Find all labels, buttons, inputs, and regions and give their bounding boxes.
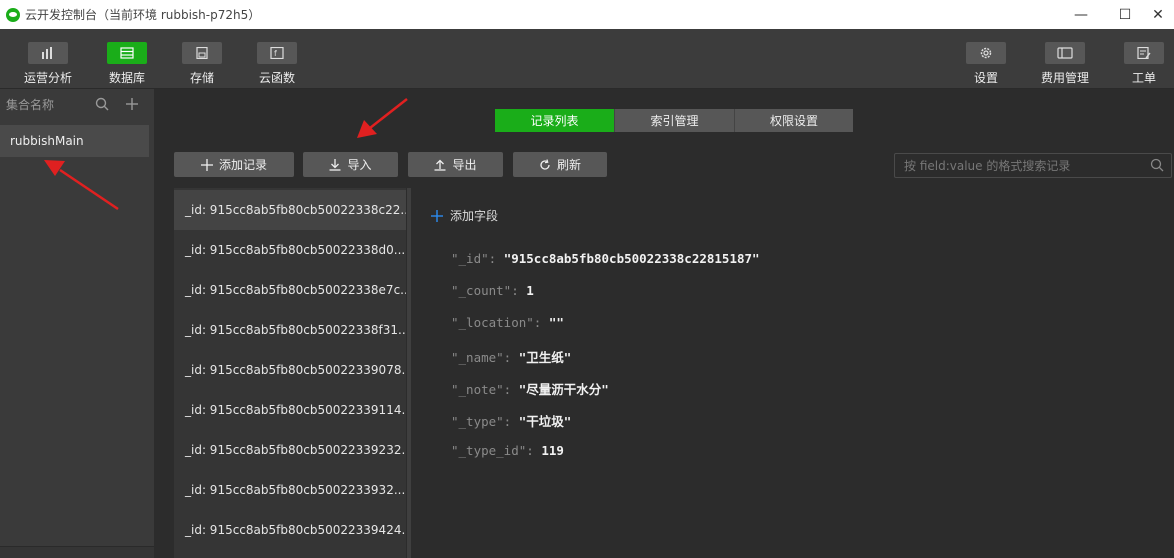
add-record-label: 添加记录 [218, 158, 267, 172]
toolbar-database-label: 数据库 [108, 71, 145, 85]
tab-index-management[interactable]: 索引管理 [614, 109, 734, 132]
record-list: _id: 915cc8ab5fb80cb50022338c22... _id: … [174, 188, 406, 558]
toolbar-storage-label: 存储 [189, 71, 214, 85]
import-button[interactable]: 导入 [303, 152, 398, 177]
field-key: "_id": [451, 251, 504, 266]
import-label: 导入 [347, 158, 372, 172]
main-panel: 记录列表 索引管理 权限设置 添加记录 导入 导出 刷新 按 field:val… [154, 89, 1174, 558]
collection-sidebar: 集合名称 rubbishMain [0, 89, 154, 558]
title-bar: 云开发控制台（当前环境 rubbish-p72h5） — ☐ ✕ [0, 0, 1174, 29]
field-value: "干垃圾" [518, 414, 572, 429]
function-icon: f [257, 42, 297, 64]
plus-icon [200, 158, 213, 171]
field-row-type-id[interactable]: "_type_id": 119 [451, 443, 564, 458]
refresh-label: 刷新 [556, 158, 581, 172]
toolbar-analytics-label: 运营分析 [23, 71, 72, 85]
toolbar-analytics[interactable]: 运营分析 [13, 29, 83, 89]
field-key: "_note": [451, 382, 519, 397]
minimize-button[interactable]: — [1058, 0, 1104, 29]
record-item[interactable]: _id: 915cc8ab5fb80cb50022338f31... [174, 310, 406, 350]
field-row-note[interactable]: "_note": "尽量沥干水分" [451, 379, 609, 398]
collection-header: 集合名称 [0, 89, 154, 119]
toolbar-billing[interactable]: 费用管理 [1030, 29, 1100, 89]
field-key: "_type_id": [451, 443, 542, 458]
download-icon [329, 158, 341, 171]
export-label: 导出 [452, 158, 477, 172]
toolbar-billing-label: 费用管理 [1040, 71, 1089, 85]
collection-item[interactable]: rubbishMain [0, 125, 149, 157]
refresh-button[interactable]: 刷新 [513, 152, 607, 177]
toolbar-database[interactable]: 数据库 [92, 29, 162, 89]
field-value: 119 [541, 443, 564, 458]
plus-icon [431, 209, 443, 222]
ticket-icon [1124, 42, 1164, 64]
bar-chart-icon [28, 42, 68, 64]
record-item[interactable]: _id: 915cc8ab5fb80cb50022339114... [174, 390, 406, 430]
collection-header-label: 集合名称 [6, 97, 55, 112]
field-value: "" [548, 315, 564, 330]
record-item[interactable]: _id: 915cc8ab5fb80cb50022338e7c... [174, 270, 406, 310]
record-item[interactable]: _id: 915cc8ab5fb80cb50022338c22... [174, 190, 406, 230]
billing-icon [1045, 42, 1085, 64]
field-key: "_type": [451, 414, 519, 429]
toolbar-settings[interactable]: 设置 [951, 29, 1021, 89]
add-collection-icon[interactable] [124, 96, 140, 112]
add-record-button[interactable]: 添加记录 [174, 152, 294, 177]
field-value: 1 [526, 283, 534, 298]
field-value: "尽量沥干水分" [518, 382, 609, 397]
toolbar-ticket-label: 工单 [1131, 71, 1156, 85]
database-icon [107, 42, 147, 64]
field-key: "_count": [451, 283, 527, 298]
field-row-type[interactable]: "_type": "干垃圾" [451, 411, 571, 430]
record-item[interactable]: _id: 915cc8ab5fb80cb5002233932... [174, 470, 406, 510]
main-toolbar: 运营分析 数据库 存储 f 云函数 设置 费用管理 工单 [0, 29, 1174, 89]
tab-record-list[interactable]: 记录列表 [495, 109, 614, 132]
add-field-button[interactable]: 添加字段 [431, 207, 498, 224]
storage-icon [182, 42, 222, 64]
field-value: "卫生纸" [518, 350, 572, 365]
upload-icon [434, 159, 446, 171]
toolbar-ticket[interactable]: 工单 [1109, 29, 1174, 89]
export-button[interactable]: 导出 [408, 152, 503, 177]
field-row-name[interactable]: "_name": "卫生纸" [451, 347, 571, 366]
window-title: 云开发控制台（当前环境 rubbish-p72h5） [25, 8, 261, 22]
record-search-input[interactable]: 按 field:value 的格式搜索记录 [894, 153, 1172, 178]
record-item[interactable]: _id: 915cc8ab5fb80cb50022339078... [174, 350, 406, 390]
record-detail: 添加字段 "_id": "915cc8ab5fb80cb50022338c228… [411, 188, 1174, 558]
close-button[interactable]: ✕ [1142, 0, 1174, 29]
field-row-id[interactable]: "_id": "915cc8ab5fb80cb50022338c22815187… [451, 251, 760, 266]
record-item[interactable]: _id: 915cc8ab5fb80cb50022339232... [174, 430, 406, 470]
add-field-label: 添加字段 [450, 209, 499, 223]
search-icon[interactable] [1150, 158, 1168, 175]
sidebar-footer [0, 546, 154, 558]
search-icon[interactable] [94, 96, 110, 112]
toolbar-cloud-function[interactable]: f 云函数 [242, 29, 312, 89]
toolbar-settings-label: 设置 [973, 71, 998, 85]
field-key: "_location": [451, 315, 549, 330]
field-key: "_name": [451, 350, 519, 365]
toolbar-cloud-function-label: 云函数 [258, 71, 295, 85]
svg-text:f: f [274, 49, 277, 58]
record-item[interactable]: _id: 915cc8ab5fb80cb50022338d0... [174, 230, 406, 270]
refresh-icon [540, 158, 550, 170]
record-item[interactable]: _id: 915cc8ab5fb80cb50022339424... [174, 510, 406, 550]
field-value: "915cc8ab5fb80cb50022338c22815187" [503, 251, 760, 266]
field-row-location[interactable]: "_location": "" [451, 315, 564, 330]
app-logo-icon [6, 7, 20, 22]
field-row-count[interactable]: "_count": 1 [451, 283, 534, 298]
gear-icon [966, 42, 1006, 64]
toolbar-storage[interactable]: 存储 [167, 29, 237, 89]
tab-permission-settings[interactable]: 权限设置 [734, 109, 853, 132]
